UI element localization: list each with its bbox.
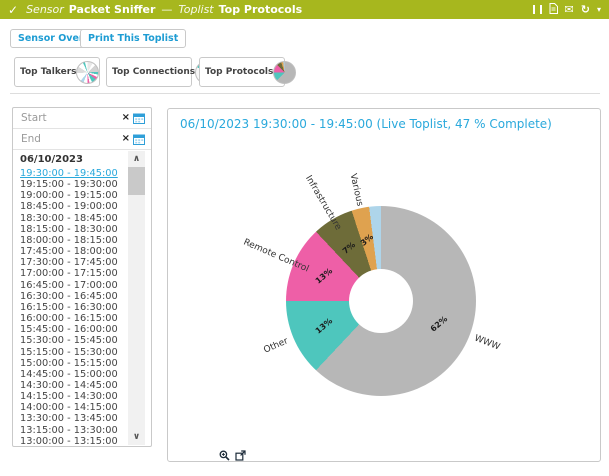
clear-start-icon[interactable]: × [122,113,130,123]
calendar-icon[interactable] [133,113,145,124]
protocols-donut-chart[interactable] [286,206,476,396]
status-ok-check-icon: ✓ [8,3,18,17]
end-date-input[interactable] [19,132,120,146]
scroll-thumb[interactable] [128,167,145,195]
breadcrumb-separator: — [161,3,172,16]
card-top-talkers[interactable]: Top Talkers [14,57,100,87]
toplist-name: Top Protocols [219,3,303,16]
report-icon[interactable] [549,3,558,16]
scrollbar[interactable]: ∧ ∨ [128,151,145,445]
chevron-down-icon[interactable]: ▾ [597,5,601,14]
header-icon-group: ✉ ↻ ▾ [533,3,601,16]
interval-filter-panel: × × 06/10/2023 19:30:00 - 19:45:0019:15:… [12,107,152,447]
clear-end-icon[interactable]: × [122,134,130,144]
print-toplist-button[interactable]: Print This Toplist [80,29,186,48]
card-top-connections[interactable]: Top Connections [106,57,192,87]
sensor-name[interactable]: Packet Sniffer [69,3,156,16]
prtg-toplist-page: ✓ Sensor Packet Sniffer — Toplist Top Pr… [0,0,609,476]
email-icon[interactable]: ✉ [565,4,574,15]
chart-tools [219,450,246,461]
refresh-icon[interactable]: ↻ [581,4,590,15]
pie-chart-icon [76,61,99,84]
toplist-chart-panel: 06/10/2023 19:30:00 - 19:45:00 (Live Top… [167,108,601,462]
toplist-title: 06/10/2023 19:30:00 - 19:45:00 (Live Top… [180,117,552,131]
header-bar: ✓ Sensor Packet Sniffer — Toplist Top Pr… [0,0,609,19]
start-date-input[interactable] [19,111,120,125]
calendar-icon[interactable] [133,134,145,145]
zoom-icon[interactable] [219,450,230,461]
card-label: Top Protocols [205,67,273,77]
open-new-window-icon[interactable] [235,450,246,461]
donut-slice-label: Various [348,173,365,207]
pie-chart-icon [273,61,296,84]
card-top-protocols[interactable]: Top Protocols [199,57,285,87]
donut-slice-label: Infrastructure [303,174,343,232]
donut-slice-label: WWW [473,333,502,352]
section-divider [10,93,600,94]
card-label: Top Connections [112,67,195,77]
end-input-row: × [13,129,151,150]
start-input-row: × [13,108,151,129]
scroll-up-icon[interactable]: ∧ [128,151,145,167]
chart-region: 06/10/2023 19:30:00 - 19:45:00 (Live Top… [168,109,600,461]
sensor-label: Sensor [26,3,64,16]
card-label: Top Talkers [20,67,76,77]
donut-slice-label: Other [263,337,290,356]
pause-icon[interactable] [533,5,542,14]
scroll-down-icon[interactable]: ∨ [128,429,145,445]
toplist-label: Toplist [178,3,213,16]
